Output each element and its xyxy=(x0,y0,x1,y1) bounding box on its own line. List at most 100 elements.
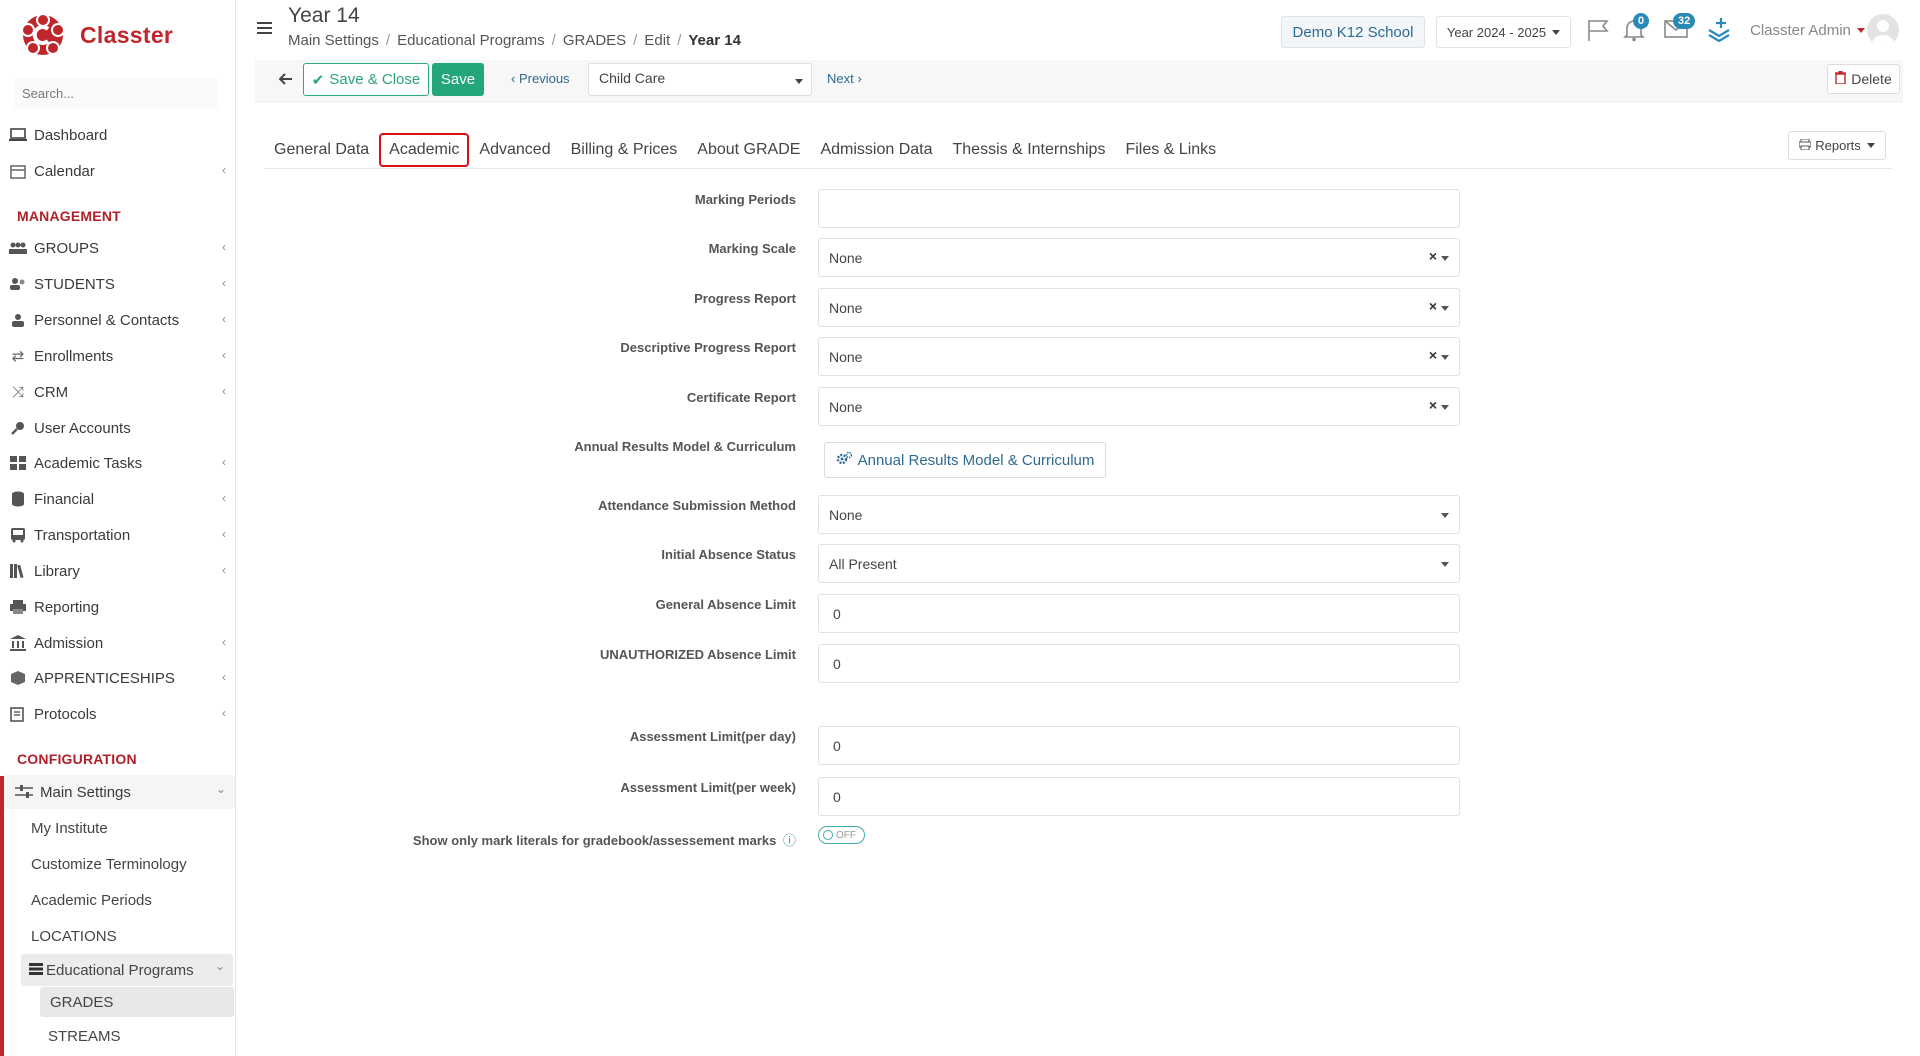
tab-general-data[interactable]: General Data xyxy=(264,133,379,167)
sidebar-item-library[interactable]: Library ‹ xyxy=(0,554,235,588)
clear-icon[interactable]: × xyxy=(1429,347,1437,363)
clear-icon[interactable]: × xyxy=(1429,248,1437,264)
action-toolbar xyxy=(255,60,1903,102)
annual-results-label: Annual Results Model & Curriculum xyxy=(574,439,796,454)
list-icon xyxy=(29,962,43,979)
tabs-divider xyxy=(264,168,1892,169)
tab-about-grade[interactable]: About GRADE xyxy=(687,133,810,167)
breadcrumb-main-settings[interactable]: Main Settings xyxy=(288,32,379,49)
breadcrumb-edit[interactable]: Edit xyxy=(644,32,670,49)
save-and-close-label: Save & Close xyxy=(329,71,421,88)
breadcrumb-educational-programs[interactable]: Educational Programs xyxy=(397,32,545,49)
save-and-close-button[interactable]: ✔ Save & Close xyxy=(303,63,429,96)
save-button[interactable]: Save xyxy=(432,63,484,96)
assessment-limit-week-input[interactable]: 0 xyxy=(818,777,1460,816)
general-absence-limit-input[interactable]: 0 xyxy=(818,594,1460,633)
user-menu[interactable]: Classter Admin xyxy=(1750,22,1865,39)
initial-absence-select[interactable]: All Present xyxy=(818,544,1460,583)
descriptive-progress-report-value: None xyxy=(829,348,863,365)
sidebar-item-dashboard[interactable]: Dashboard xyxy=(0,118,235,152)
sidebar-item-grades[interactable]: GRADES xyxy=(40,987,234,1017)
mark-literals-toggle[interactable]: OFF xyxy=(818,826,865,844)
unauthorized-absence-limit-input[interactable]: 0 xyxy=(818,644,1460,683)
certificate-report-select[interactable]: None × xyxy=(818,387,1460,426)
students-icon xyxy=(8,275,28,293)
chevron-left-icon: ‹ xyxy=(222,455,226,469)
sidebar-item-enrollments[interactable]: ⇄ Enrollments ‹ xyxy=(0,339,235,373)
tab-academic[interactable]: Academic xyxy=(379,133,470,167)
assessment-limit-day-input[interactable]: 0 xyxy=(818,726,1460,765)
sidebar-item-locations[interactable]: LOCATIONS xyxy=(31,920,117,952)
chevron-left-icon: ‹ xyxy=(222,491,226,505)
avatar[interactable] xyxy=(1867,14,1899,46)
marking-periods-field[interactable] xyxy=(818,189,1460,228)
delete-button[interactable]: Delete xyxy=(1827,64,1900,94)
sidebar-item-transportation[interactable]: Transportation ‹ xyxy=(0,518,235,552)
progress-report-select[interactable]: None × xyxy=(818,288,1460,327)
chevron-left-icon: ‹ xyxy=(222,635,226,649)
attendance-method-value: None xyxy=(829,506,863,523)
sidebar-search-input[interactable] xyxy=(14,78,218,108)
sidebar-item-label: STUDENTS xyxy=(34,275,115,293)
tab-billing-prices[interactable]: Billing & Prices xyxy=(561,133,688,167)
attendance-method-select[interactable]: None xyxy=(818,495,1460,534)
layers-add-icon[interactable] xyxy=(1707,16,1731,45)
sidebar-item-label: Enrollments xyxy=(34,347,114,365)
sidebar-item-academic-periods[interactable]: Academic Periods xyxy=(31,884,152,916)
breadcrumb-grades[interactable]: GRADES xyxy=(563,32,626,49)
clear-icon[interactable]: × xyxy=(1429,397,1437,413)
check-icon: ✔ xyxy=(311,71,325,89)
sidebar-item-my-institute[interactable]: My Institute xyxy=(31,812,108,844)
sidebar-item-customize-terminology[interactable]: Customize Terminology xyxy=(31,848,187,880)
sidebar-item-streams[interactable]: STREAMS xyxy=(40,1021,121,1051)
info-icon[interactable]: ⓘ xyxy=(783,833,796,848)
next-button[interactable]: Next › xyxy=(827,71,862,86)
sidebar-item-user-accounts[interactable]: User Accounts xyxy=(0,411,235,445)
annual-results-button[interactable]: Annual Results Model & Curriculum xyxy=(824,442,1106,478)
chevron-left-icon: ‹ xyxy=(222,384,226,398)
marking-scale-select[interactable]: None × xyxy=(818,238,1460,277)
reports-button[interactable]: Reports xyxy=(1788,131,1886,160)
printer-icon xyxy=(1798,138,1812,153)
sidebar-item-main-settings[interactable]: Main Settings ⌄ xyxy=(4,775,235,809)
certificate-report-value: None xyxy=(829,398,863,415)
logo[interactable]: Classter xyxy=(20,10,173,60)
sidebar-item-admission[interactable]: Admission ‹ xyxy=(0,626,235,660)
year-selector[interactable]: Year 2024 - 2025 xyxy=(1436,16,1571,48)
sidebar-item-personnel[interactable]: Personnel & Contacts ‹ xyxy=(0,303,235,337)
flag-icon[interactable] xyxy=(1586,18,1610,45)
sidebar-item-calendar[interactable]: Calendar ‹ xyxy=(0,154,235,188)
tab-files-links[interactable]: Files & Links xyxy=(1115,133,1226,167)
previous-button[interactable]: ‹ Previous xyxy=(511,71,570,86)
grade-select[interactable]: Child Care xyxy=(588,63,812,96)
tab-advanced[interactable]: Advanced xyxy=(469,133,560,167)
descriptive-progress-report-select[interactable]: None × xyxy=(818,337,1460,376)
configuration-section-title: CONFIGURATION xyxy=(17,751,137,767)
mark-literals-label-text: Show only mark literals for gradebook/as… xyxy=(412,833,777,848)
sidebar-item-protocols[interactable]: Protocols ‹ xyxy=(0,697,235,731)
protocols-icon xyxy=(8,705,28,723)
tab-admission-data[interactable]: Admission Data xyxy=(810,133,942,167)
clear-icon[interactable]: × xyxy=(1429,298,1437,314)
sidebar-item-groups[interactable]: GROUPS ‹ xyxy=(0,231,235,265)
menu-toggle-icon[interactable] xyxy=(257,22,272,36)
sidebar-item-financial[interactable]: Financial ‹ xyxy=(0,482,235,516)
chevron-left-icon: ‹ xyxy=(222,348,226,362)
sidebar-item-reporting[interactable]: Reporting xyxy=(0,590,235,624)
caret-down-icon xyxy=(1441,405,1449,410)
sidebar-item-academic-tasks[interactable]: Academic Tasks ‹ xyxy=(0,446,235,480)
caret-down-icon xyxy=(1441,256,1449,261)
sidebar-item-crm[interactable]: ⤨ CRM ‹ xyxy=(0,375,235,409)
tab-thessis-internships[interactable]: Thessis & Internships xyxy=(943,133,1116,167)
sidebar-item-apprenticeships[interactable]: APPRENTICESHIPS ‹ xyxy=(0,661,235,695)
sidebar-item-students[interactable]: STUDENTS ‹ xyxy=(0,267,235,301)
sidebar-item-label: GROUPS xyxy=(34,239,100,257)
back-arrow-icon[interactable] xyxy=(274,66,298,92)
sidebar-item-label: Library xyxy=(34,562,80,580)
caret-down-icon xyxy=(1552,29,1561,35)
sidebar-item-educational-programs[interactable]: Educational Programs ⌄ xyxy=(21,954,233,986)
cogs-icon xyxy=(836,451,852,469)
sidebar-item-label: CRM xyxy=(34,383,69,401)
school-selector[interactable]: Demo K12 School xyxy=(1281,16,1425,48)
sidebar-item-label: APPRENTICESHIPS xyxy=(34,669,175,687)
